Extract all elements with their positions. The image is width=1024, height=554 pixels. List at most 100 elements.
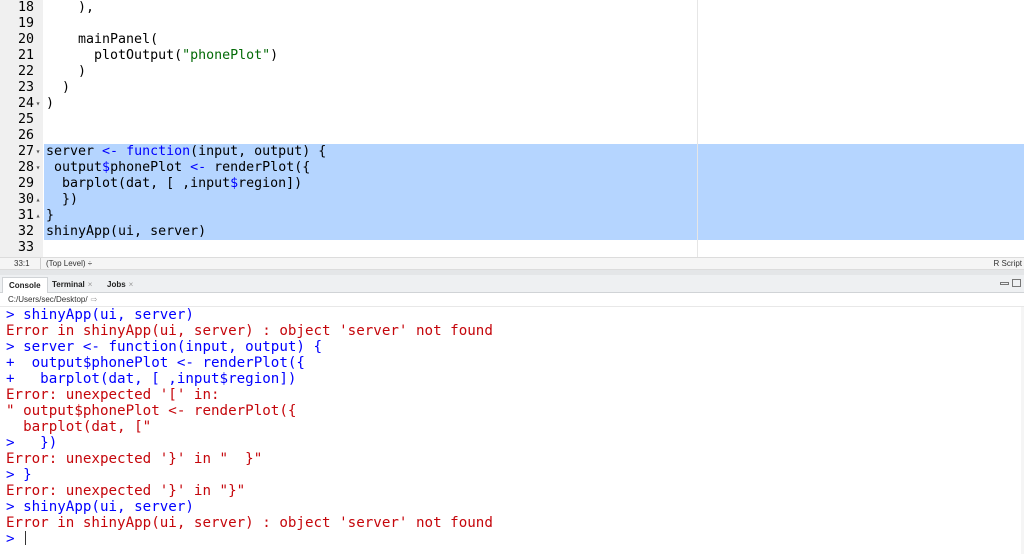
code-line[interactable]: 20 mainPanel( (0, 32, 1024, 48)
fold-toggle-icon[interactable]: ▾ (34, 144, 42, 160)
scope-selector[interactable]: (Top Level) ÷ (46, 259, 92, 268)
tab-label: Jobs (107, 280, 126, 289)
working-directory-path: C:/Users/sec/Desktop/ (8, 295, 88, 304)
line-number: 33 (17, 240, 34, 255)
tab-jobs[interactable]: Jobs × (101, 277, 139, 293)
code-line[interactable]: 19 (0, 16, 1024, 32)
console-line-text: Error in shinyApp(ui, server) : object '… (6, 515, 493, 531)
fold-toggle-icon[interactable]: ▴ (34, 192, 42, 208)
code-line[interactable]: 22 ) (0, 64, 1024, 80)
code-line[interactable]: 25 (0, 112, 1024, 128)
line-number: 25 (17, 112, 34, 127)
code-text: ) (46, 80, 71, 95)
fold-toggle-icon[interactable]: ▴ (34, 208, 42, 224)
console-line-text: Error: unexpected '}' in "}" (6, 483, 246, 499)
code-line[interactable]: 26 (0, 128, 1024, 144)
code-text: ), (46, 0, 95, 15)
working-directory-bar: C:/Users/sec/Desktop/⇨ (0, 293, 1024, 306)
code-text: }) (44, 192, 1024, 208)
code-line[interactable]: 31 ▴} (0, 208, 1024, 224)
code-line[interactable]: 30 ▴ }) (0, 192, 1024, 208)
console-line-text: > shinyApp(ui, server) (6, 307, 194, 323)
console-line-text: + output$phonePlot <- renderPlot({ (6, 355, 305, 371)
status-divider (40, 258, 41, 269)
code-line[interactable]: 29 barplot(dat, [ ,input$region]) (0, 176, 1024, 192)
pane-window-controls (1000, 279, 1022, 289)
code-text: mainPanel( (46, 32, 159, 47)
line-number: 23 (17, 80, 34, 95)
code-text: ) (46, 96, 55, 111)
console-line-text: > (6, 531, 24, 547)
line-number: 30 (17, 192, 34, 207)
console-error-line: Error: unexpected '[' in: (6, 387, 220, 403)
close-icon[interactable]: × (88, 280, 93, 289)
line-number: 31 (17, 208, 34, 223)
console-line-text: Error: unexpected '}' in " }" (6, 451, 263, 467)
line-number: 20 (17, 32, 34, 47)
tab-label: Terminal (52, 280, 85, 289)
console-line-text: barplot(dat, [" (6, 419, 152, 435)
code-line[interactable]: 33 (0, 240, 1024, 256)
code-text: shinyApp(ui, server) (44, 224, 1024, 240)
file-type-selector[interactable]: R Script (994, 259, 1022, 268)
console-error-line: " output$phonePlot <- renderPlot({ (6, 403, 296, 419)
code-line[interactable]: 27 ▾ server <- function(input, output) { (0, 144, 1024, 160)
minimize-pane-icon[interactable] (1000, 282, 1009, 285)
line-number: 18 (17, 0, 34, 15)
line-number: 26 (17, 128, 34, 143)
console-error-line: barplot(dat, [" (6, 419, 151, 435)
fold-toggle-icon[interactable]: ▾ (34, 160, 42, 176)
close-icon[interactable]: × (129, 280, 134, 289)
code-line[interactable]: 28 ▾ output$phonePlot <- renderPlot({ (0, 160, 1024, 176)
console-line-text: > } (6, 467, 32, 483)
text-cursor (25, 531, 27, 545)
working-directory: C:/Users/sec/Desktop/⇨ (8, 295, 97, 304)
tab-console[interactable]: Console (2, 277, 48, 293)
code-line[interactable]: 18 ), (0, 0, 1024, 16)
console-line-text: > shinyApp(ui, server) (6, 499, 194, 515)
source-editor[interactable]: 18 ), 19 20 mainPanel(21 plotOutput("phone… (0, 0, 1024, 257)
line-number: 19 (17, 16, 34, 31)
fold-toggle-icon[interactable]: ▾ (34, 96, 42, 112)
code-line[interactable]: 21 plotOutput("phonePlot") (0, 48, 1024, 64)
line-number: 21 (17, 48, 34, 63)
code-line[interactable]: 32 shinyApp(ui, server) (0, 224, 1024, 240)
code-line[interactable]: 23 ) (0, 80, 1024, 96)
console-input-line: > shinyApp(ui, server) (6, 307, 194, 323)
console-line-text: + barplot(dat, [ ,input$region]) (6, 371, 297, 387)
console-error-line: Error: unexpected '}' in "}" (6, 483, 245, 499)
console-input-line: + output$phonePlot <- renderPlot({ (6, 355, 305, 371)
line-number: 22 (17, 64, 34, 79)
code-text: plotOutput("phonePlot") (46, 48, 279, 63)
console-prompt[interactable]: > (6, 531, 27, 547)
code-text: server <- function(input, output) { (44, 144, 1024, 160)
console-input-line: + barplot(dat, [ ,input$region]) (6, 371, 296, 387)
code-text: } (44, 208, 1024, 224)
line-number: 32 (17, 224, 34, 239)
print-margin-line (697, 0, 698, 257)
console-line-text: > server <- function(input, output) { (6, 339, 323, 355)
code-text: barplot(dat, [ ,input$region]) (44, 176, 1024, 192)
console-line-text: > }) (6, 435, 58, 451)
go-to-directory-icon[interactable]: ⇨ (91, 295, 98, 304)
console-error-line: Error: unexpected '}' in " }" (6, 451, 262, 467)
console-input-line: > }) (6, 435, 57, 451)
console-input-line: > } (6, 467, 32, 483)
console-output[interactable]: > shinyApp(ui, server) Error in shinyApp(… (0, 306, 1024, 554)
cursor-position: 33:1 (14, 259, 30, 268)
console-line-text: Error: unexpected '[' in: (6, 387, 220, 403)
line-number: 28 (17, 160, 34, 175)
console-input-line: > shinyApp(ui, server) (6, 499, 194, 515)
line-number: 27 (17, 144, 34, 159)
line-number: 24 (17, 96, 34, 111)
console-line-text: " output$phonePlot <- renderPlot({ (6, 403, 297, 419)
code-line[interactable]: 24 ▾) (0, 96, 1024, 112)
console-error-line: Error in shinyApp(ui, server) : object '… (6, 323, 493, 339)
console-tab-bar: Console Terminal × Jobs × (0, 275, 1024, 293)
tab-terminal[interactable]: Terminal × (46, 277, 98, 293)
tab-label: Console (9, 281, 41, 290)
maximize-pane-icon[interactable] (1012, 279, 1021, 287)
